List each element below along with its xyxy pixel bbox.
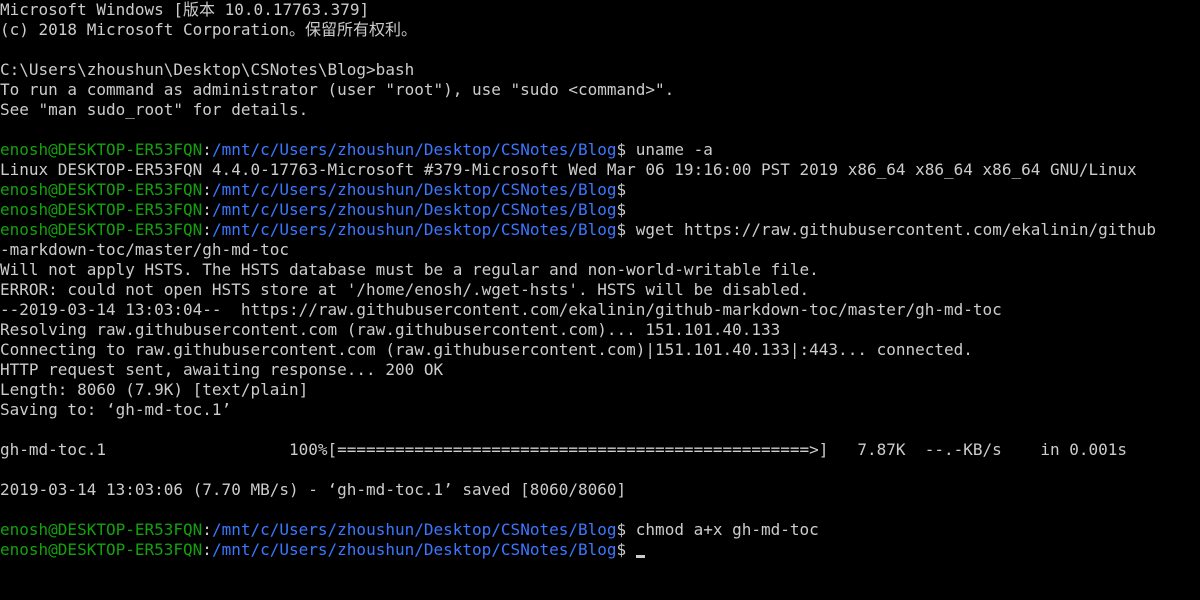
command-input[interactable]: [626, 540, 636, 559]
output-line: --2019-03-14 13:03:04-- https://raw.gith…: [0, 300, 1002, 319]
prompt-path: /mnt/c/Users/zhoushun/Desktop/CSNotes/Bl…: [211, 140, 617, 159]
prompt-symbol: $: [616, 200, 627, 219]
prompt-user-host: enosh@DESKTOP-ER53FQN: [0, 200, 203, 219]
prompt-separator: :: [202, 220, 212, 239]
prompt-symbol: $: [616, 220, 627, 239]
prompt-line: enosh@DESKTOP-ER53FQN:/mnt/c/Users/zhous…: [0, 200, 1200, 220]
prompt-path: /mnt/c/Users/zhoushun/Desktop/CSNotes/Bl…: [211, 200, 617, 219]
prompt-symbol: $: [616, 520, 627, 539]
output-line: HTTP request sent, awaiting response... …: [0, 360, 444, 379]
output-line: (c) 2018 Microsoft Corporation。保留所有权利。: [0, 20, 417, 39]
current-prompt-line[interactable]: enosh@DESKTOP-ER53FQN:/mnt/c/Users/zhous…: [0, 540, 1200, 560]
prompt-path: /mnt/c/Users/zhoushun/Desktop/CSNotes/Bl…: [211, 180, 617, 199]
output-line: Length: 8060 (7.9K) [text/plain]: [0, 380, 309, 399]
output-line: ERROR: could not open HSTS store at '/ho…: [0, 280, 810, 299]
prompt-path: /mnt/c/Users/zhoushun/Desktop/CSNotes/Bl…: [211, 540, 617, 559]
prompt-user-host: enosh@DESKTOP-ER53FQN: [0, 220, 203, 239]
output-line: Linux DESKTOP-ER53FQN 4.4.0-17763-Micros…: [0, 160, 1137, 179]
output-line: Saving to: ‘gh-md-toc.1’: [0, 400, 232, 419]
prompt-symbol: $: [616, 540, 627, 559]
terminal-window[interactable]: Microsoft Windows [版本 10.0.17763.379] (c…: [0, 0, 1200, 600]
prompt-symbol: $: [616, 140, 627, 159]
cursor-icon: [635, 555, 645, 558]
command-text: chmod a+x gh-md-toc: [626, 520, 819, 539]
output-line: Will not apply HSTS. The HSTS database m…: [0, 260, 819, 279]
output-line: Connecting to raw.githubusercontent.com …: [0, 340, 973, 359]
prompt-separator: :: [202, 200, 212, 219]
output-line: See "man sudo_root" for details.: [0, 100, 309, 119]
output-line: -markdown-toc/master/gh-md-toc: [0, 240, 289, 259]
output-line: To run a command as administrator (user …: [0, 80, 675, 99]
prompt-user-host: enosh@DESKTOP-ER53FQN: [0, 180, 203, 199]
output-line: 2019-03-14 13:03:06 (7.70 MB/s) - ‘gh-md…: [0, 480, 627, 499]
prompt-symbol: $: [616, 180, 627, 199]
prompt-separator: :: [202, 140, 212, 159]
prompt-separator: :: [202, 520, 212, 539]
prompt-separator: :: [202, 180, 212, 199]
prompt-path: /mnt/c/Users/zhoushun/Desktop/CSNotes/Bl…: [211, 520, 617, 539]
command-text: wget https://raw.githubusercontent.com/e…: [626, 220, 1156, 239]
prompt-user-host: enosh@DESKTOP-ER53FQN: [0, 140, 203, 159]
prompt-separator: :: [202, 540, 212, 559]
progress-line: gh-md-toc.1 100%[=======================…: [0, 440, 1128, 459]
prompt-user-host: enosh@DESKTOP-ER53FQN: [0, 520, 203, 539]
prompt-path: /mnt/c/Users/zhoushun/Desktop/CSNotes/Bl…: [211, 220, 617, 239]
prompt-line: enosh@DESKTOP-ER53FQN:/mnt/c/Users/zhous…: [0, 140, 1200, 160]
output-line: Microsoft Windows [版本 10.0.17763.379]: [0, 0, 370, 19]
output-line: Resolving raw.githubusercontent.com (raw…: [0, 320, 781, 339]
prompt-user-host: enosh@DESKTOP-ER53FQN: [0, 540, 203, 559]
output-line: C:\Users\zhoushun\Desktop\CSNotes\Blog>b…: [0, 60, 415, 79]
prompt-line: enosh@DESKTOP-ER53FQN:/mnt/c/Users/zhous…: [0, 180, 1200, 200]
prompt-line: enosh@DESKTOP-ER53FQN:/mnt/c/Users/zhous…: [0, 520, 1200, 540]
command-text: uname -a: [626, 140, 713, 159]
prompt-line: enosh@DESKTOP-ER53FQN:/mnt/c/Users/zhous…: [0, 220, 1200, 240]
